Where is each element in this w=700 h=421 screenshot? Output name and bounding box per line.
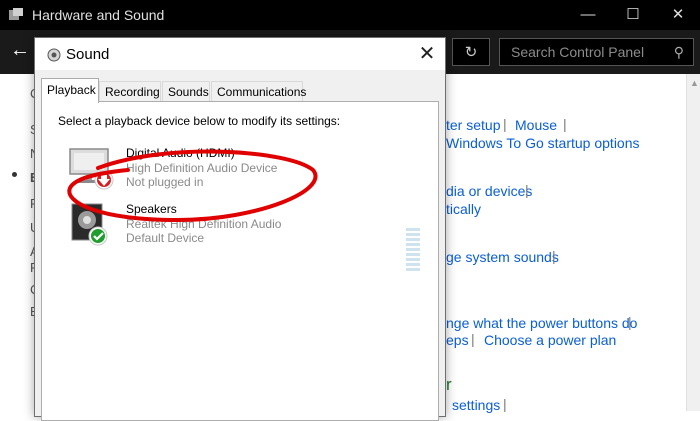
close-icon[interactable]: ✕: [413, 42, 441, 66]
link-separator: |: [503, 396, 507, 412]
link-power-plan[interactable]: Choose a power plan: [484, 332, 616, 348]
section-heading-fragment: r: [446, 375, 452, 394]
tab-sounds[interactable]: Sounds: [162, 81, 210, 101]
window-close-button[interactable]: ✕: [658, 3, 698, 27]
nav-bullet: [12, 172, 17, 177]
control-panel-titlebar: Hardware and Sound — ☐ ✕: [0, 0, 700, 30]
device-status: Default Device: [126, 231, 205, 245]
link-separator: |: [503, 116, 507, 132]
link-eps[interactable]: eps: [446, 332, 469, 348]
refresh-icon: ↻: [464, 44, 478, 61]
link-autoplay[interactable]: tically: [446, 201, 481, 217]
sound-dialog-title: Sound: [66, 46, 110, 63]
link-mouse[interactable]: Mouse: [515, 117, 557, 133]
link-system-sounds[interactable]: ge system sounds: [446, 249, 559, 265]
link-power-buttons[interactable]: nge what the power buttons do: [446, 315, 637, 331]
volume-level-meter: [406, 228, 420, 274]
link-separator: |: [628, 314, 632, 330]
control-panel-title: Hardware and Sound: [32, 7, 165, 23]
tab-label: Playback: [47, 83, 96, 97]
back-arrow-icon[interactable]: ←: [10, 39, 30, 62]
instruction-text: Select a playback device below to modify…: [58, 114, 341, 128]
link-separator: |: [552, 248, 556, 264]
tab-label: Recording: [105, 85, 160, 99]
tab-label: Communications: [217, 85, 307, 99]
highlight-annotation: [67, 149, 318, 223]
green-check-icon: [88, 226, 108, 246]
search-icon: ⚲: [673, 44, 684, 60]
tab-playback[interactable]: Playback: [41, 78, 99, 103]
link-separator: |: [563, 116, 567, 132]
minimize-button[interactable]: —: [568, 3, 608, 27]
tab-label: Sounds: [168, 85, 209, 99]
control-panel-icon: [9, 8, 23, 20]
sound-dialog-body: Playback Recording Sounds Communications…: [35, 70, 445, 421]
link-windows-to-go[interactable]: Windows To Go startup options: [446, 135, 640, 151]
sound-icon: [47, 48, 61, 62]
sound-dialog-titlebar: Sound ✕: [35, 38, 445, 70]
maximize-button[interactable]: ☐: [613, 3, 653, 27]
scroll-up-arrow-icon[interactable]: ▲: [690, 78, 699, 88]
search-placeholder: Search Control Panel: [511, 44, 645, 60]
sound-dialog: Sound ✕ Playback Recording Sounds Commun…: [34, 37, 446, 421]
link-media-devices[interactable]: dia or devices: [446, 183, 532, 199]
link-separator: |: [525, 182, 529, 198]
link-separator: |: [471, 331, 475, 347]
scrollbar[interactable]: ▲: [686, 74, 700, 411]
tab-recording[interactable]: Recording: [99, 81, 161, 101]
tab-communications[interactable]: Communications: [211, 81, 307, 101]
search-input[interactable]: Search Control Panel ⚲: [499, 38, 694, 66]
refresh-button[interactable]: ↻: [452, 38, 490, 66]
link-sound-setup[interactable]: ter setup: [446, 117, 500, 133]
